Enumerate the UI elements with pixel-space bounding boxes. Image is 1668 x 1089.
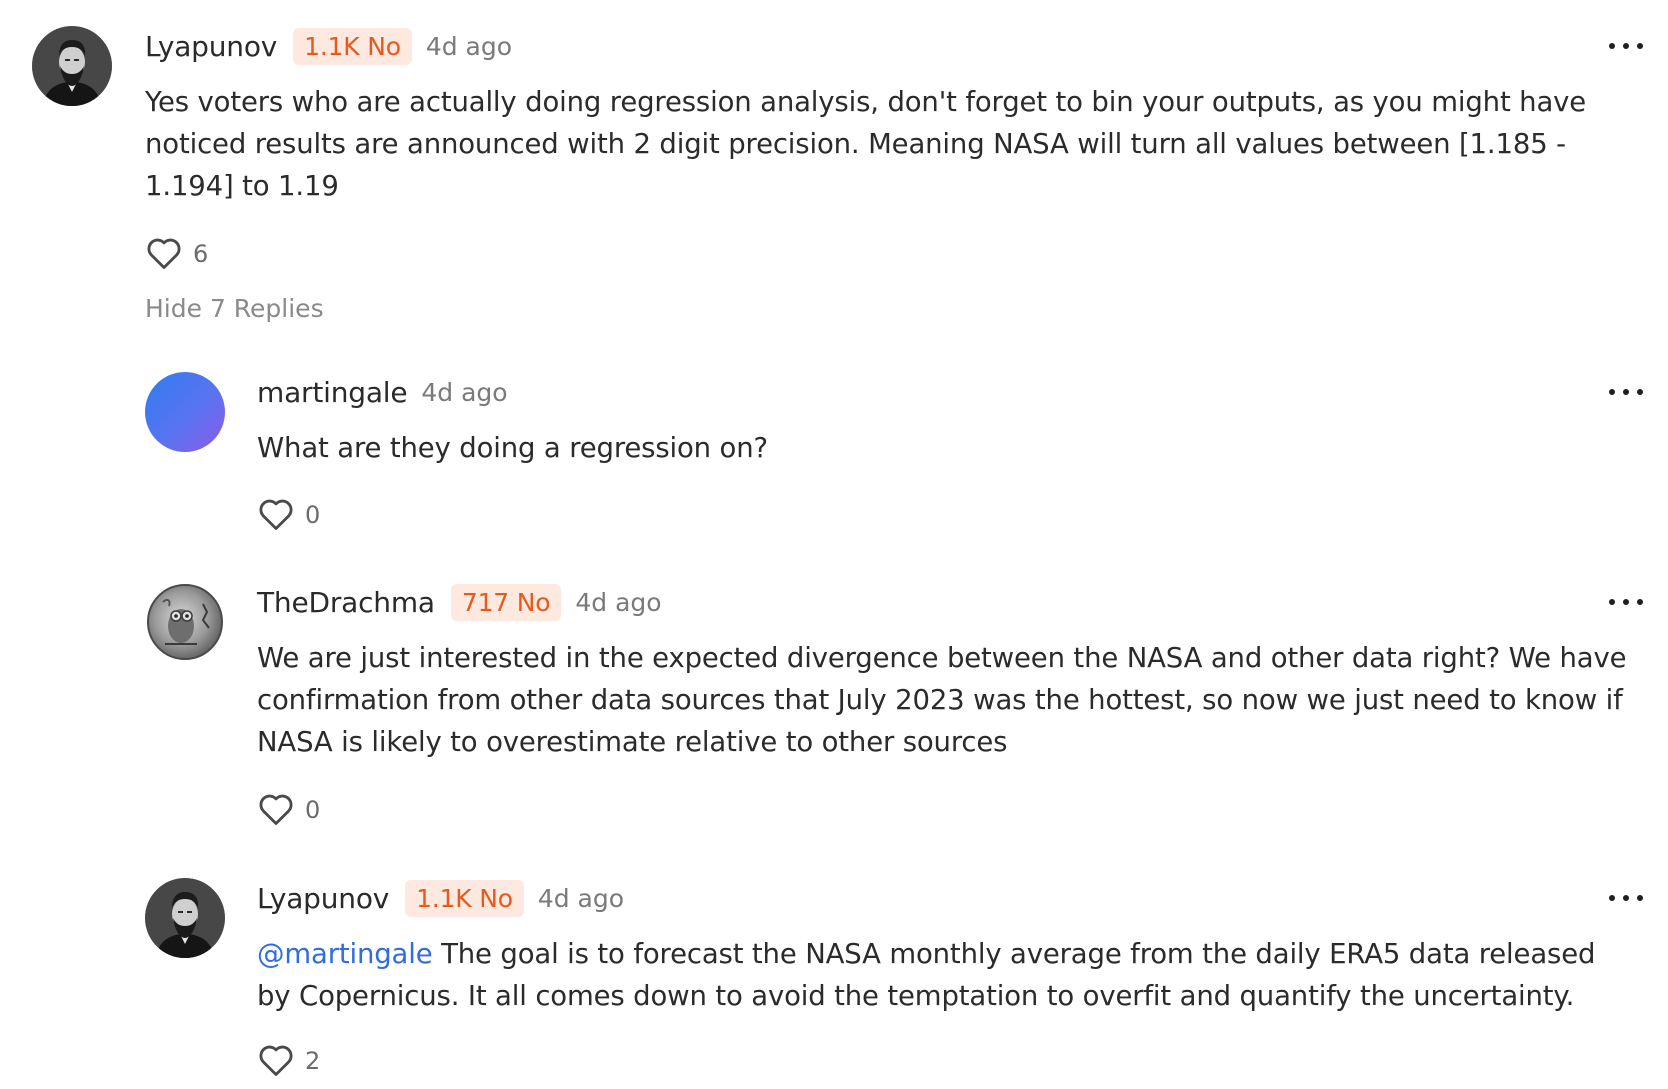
heart-icon <box>257 791 295 829</box>
comment-header: TheDrachma 717 No 4d ago <box>257 582 662 622</box>
timestamp: 4d ago <box>537 883 625 913</box>
like-count: 2 <box>305 1047 321 1075</box>
like-count: 0 <box>305 501 321 529</box>
comment-header: Lyapunov 1.1K No 4d ago <box>257 878 624 918</box>
gradient-avatar-icon <box>145 372 225 452</box>
heart-icon <box>257 1042 295 1080</box>
more-options-icon[interactable] <box>1609 592 1643 612</box>
comment-text: @martingale The goal is to forecast the … <box>257 933 1632 1017</box>
avatar[interactable] <box>145 372 225 452</box>
avatar[interactable] <box>32 26 112 106</box>
username[interactable]: Lyapunov <box>257 882 389 915</box>
avatar[interactable] <box>145 878 225 958</box>
comment-text-body: The goal is to forecast the NASA monthly… <box>257 938 1596 1012</box>
heart-icon <box>145 235 183 273</box>
bearded-man-portrait-icon <box>32 26 112 106</box>
position-badge: 1.1K No <box>405 879 524 917</box>
username[interactable]: Lyapunov <box>145 30 277 63</box>
comment-text: Yes voters who are actually doing regres… <box>145 86 1587 202</box>
owl-coin-icon <box>145 582 225 662</box>
reply-martingale: martingale 4d ago What are they doing a … <box>0 360 1668 540</box>
position-badge: 1.1K No <box>293 27 412 65</box>
heart-icon <box>257 496 295 534</box>
like-count: 6 <box>193 240 209 268</box>
reply-thedrachma: TheDrachma 717 No 4d ago We are just int… <box>0 570 1668 840</box>
comment-header: Lyapunov 1.1K No 4d ago <box>145 26 512 66</box>
timestamp: 4d ago <box>575 587 662 617</box>
avatar[interactable] <box>145 582 225 662</box>
like-count: 0 <box>305 796 321 824</box>
more-options-icon[interactable] <box>1609 36 1643 56</box>
username[interactable]: martingale <box>257 376 408 409</box>
comment-text: What are they doing a regression on? <box>257 432 768 464</box>
reply-lyapunov: Lyapunov 1.1K No 4d ago @martingale The … <box>0 866 1668 1089</box>
username[interactable]: TheDrachma <box>257 586 435 619</box>
timestamp: 4d ago <box>421 377 508 407</box>
like-button[interactable]: 0 <box>257 495 320 535</box>
comment-header: martingale 4d ago <box>257 372 508 412</box>
hide-replies-button[interactable]: Hide 7 Replies <box>145 294 324 323</box>
timestamp: 4d ago <box>425 31 513 61</box>
position-badge: 717 No <box>450 583 562 621</box>
like-button[interactable]: 6 <box>145 234 208 274</box>
like-button[interactable]: 0 <box>257 790 320 830</box>
more-options-icon[interactable] <box>1609 888 1643 908</box>
comment-text: We are just interested in the expected d… <box>257 642 1627 758</box>
bearded-man-portrait-icon <box>145 878 225 958</box>
user-mention-link[interactable]: @martingale <box>257 938 433 970</box>
like-button[interactable]: 2 <box>257 1041 320 1081</box>
more-options-icon[interactable] <box>1609 382 1643 402</box>
comment-lyapunov-top: Lyapunov 1.1K No 4d ago Yes voters who a… <box>0 0 1668 330</box>
